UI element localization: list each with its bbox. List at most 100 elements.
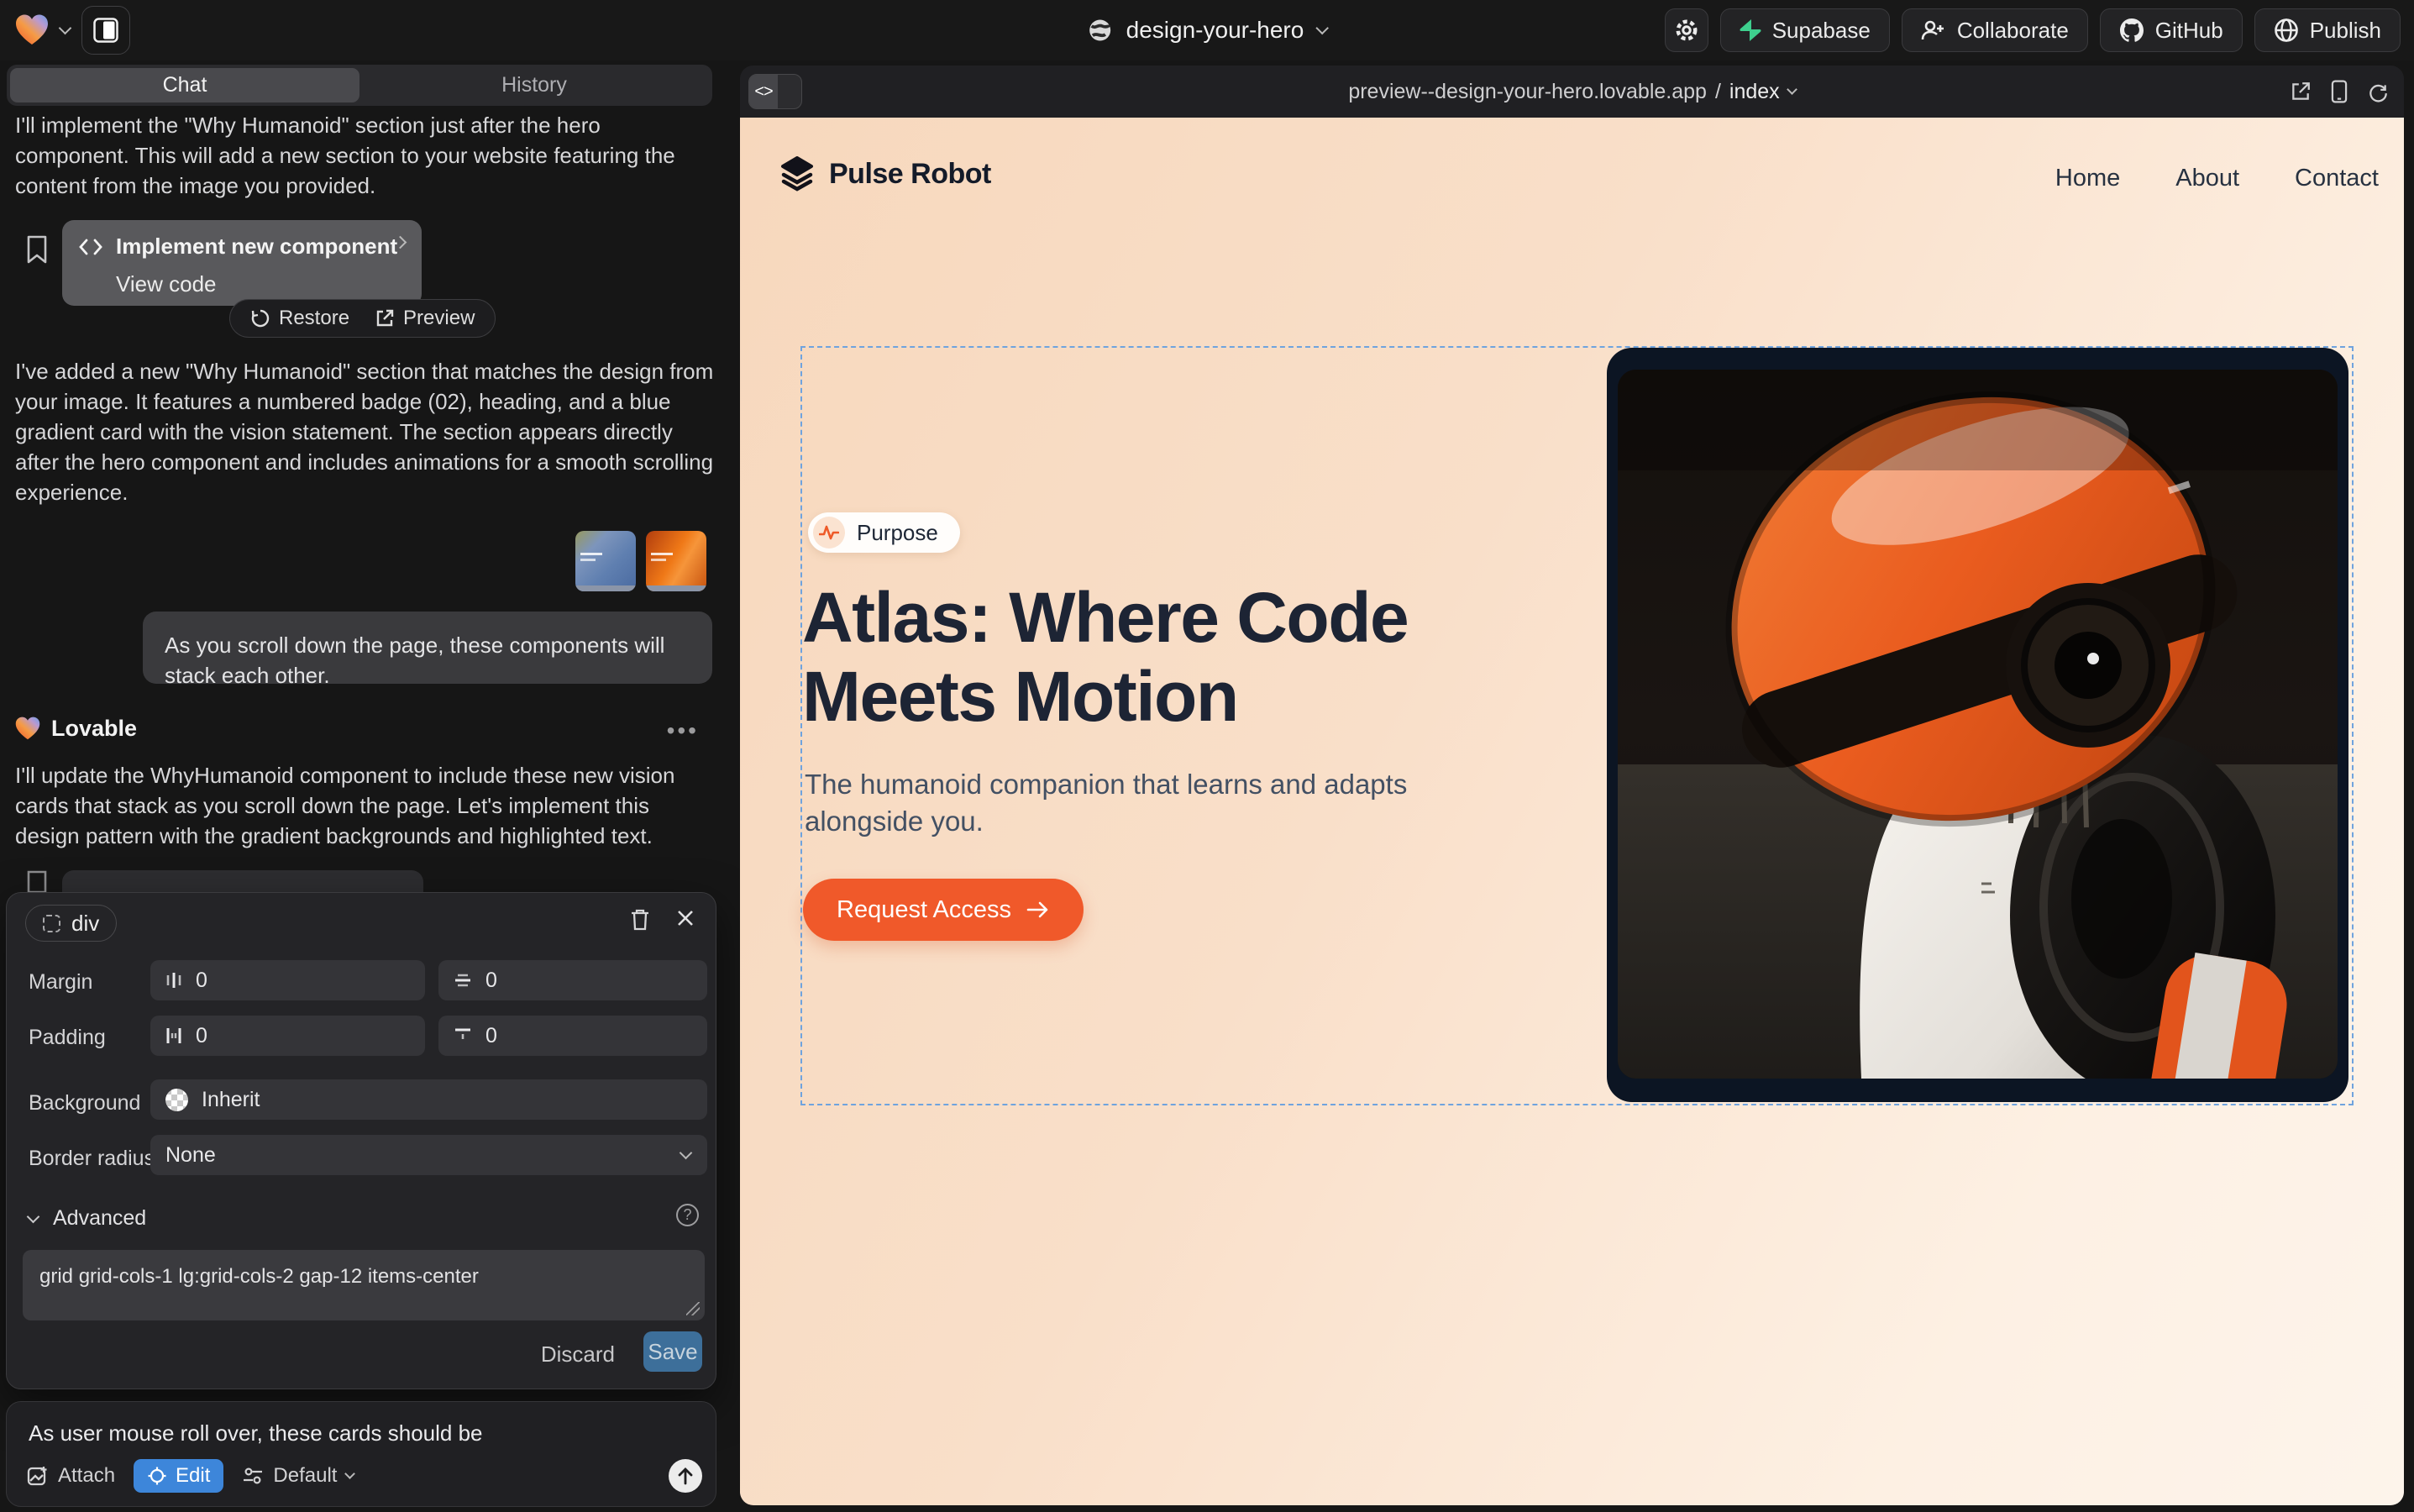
github-label: GitHub bbox=[2155, 18, 2223, 44]
margin-vertical-icon bbox=[454, 972, 472, 989]
view-code-link[interactable]: View code bbox=[116, 271, 405, 297]
advanced-chevron-down-icon bbox=[27, 1210, 40, 1223]
composer-draft-text[interactable]: As user mouse roll over, these cards sho… bbox=[29, 1420, 483, 1446]
close-panel-button[interactable] bbox=[675, 908, 695, 928]
hero-heading-line1: Atlas: Where Code bbox=[802, 578, 1408, 657]
nav-contact[interactable]: Contact bbox=[2295, 165, 2379, 192]
robot-image bbox=[1618, 370, 2338, 1079]
save-button[interactable]: Save bbox=[643, 1331, 702, 1372]
lovable-logo-heart-icon[interactable] bbox=[15, 14, 49, 46]
assistant-message-1: I'll implement the "Why Humanoid" sectio… bbox=[15, 110, 714, 201]
attachment-thumbnail-blue[interactable] bbox=[575, 531, 636, 591]
supabase-button[interactable]: Supabase bbox=[1720, 8, 1890, 52]
tab-chat[interactable]: Chat bbox=[10, 68, 359, 102]
hero-sub-line2: alongside you. bbox=[805, 803, 1407, 840]
bookmark-icon-2[interactable] bbox=[25, 870, 49, 892]
site-header: Pulse Robot Home About Contact bbox=[740, 118, 2404, 244]
padding-y-input[interactable]: 0 bbox=[438, 1016, 707, 1056]
edit-mode-button[interactable]: Edit bbox=[134, 1459, 223, 1493]
toggle-sidebar-button[interactable] bbox=[81, 6, 130, 55]
request-access-label: Request Access bbox=[837, 896, 1011, 924]
bookmark-icon[interactable] bbox=[25, 235, 49, 264]
hero-image-card bbox=[1607, 348, 2348, 1102]
open-in-new-tab-icon[interactable] bbox=[2290, 81, 2312, 102]
arrow-up-icon bbox=[677, 1467, 694, 1485]
send-button[interactable] bbox=[669, 1459, 702, 1493]
help-icon[interactable]: ? bbox=[676, 1204, 699, 1226]
message-menu-button[interactable]: ••• bbox=[667, 717, 699, 744]
restore-label: Restore bbox=[279, 307, 349, 330]
classes-value: grid grid-cols-1 lg:grid-cols-2 gap-12 i… bbox=[39, 1265, 479, 1288]
attach-label: Attach bbox=[58, 1464, 115, 1488]
project-switcher[interactable]: design-your-hero bbox=[1088, 0, 1327, 60]
nav-about[interactable]: About bbox=[2175, 165, 2239, 192]
hero-heading: Atlas: Where Code Meets Motion bbox=[802, 578, 1408, 736]
mode-label: Default bbox=[273, 1464, 337, 1488]
settings-button[interactable] bbox=[1665, 8, 1708, 52]
component-card-title: Implement new component bbox=[116, 234, 397, 260]
tailwind-classes-textarea[interactable]: grid grid-cols-1 lg:grid-cols-2 gap-12 i… bbox=[23, 1250, 705, 1320]
workspace-chevron-down-icon[interactable] bbox=[59, 22, 72, 35]
collaborate-button[interactable]: Collaborate bbox=[1902, 8, 2088, 52]
edit-label: Edit bbox=[176, 1464, 210, 1488]
element-outline-icon bbox=[43, 915, 60, 932]
discard-button[interactable]: Discard bbox=[541, 1341, 615, 1368]
url-separator: / bbox=[1715, 80, 1721, 104]
restore-button[interactable]: Restore bbox=[250, 307, 349, 330]
preview-url: preview--design-your-hero.lovable.app bbox=[1348, 80, 1707, 104]
delete-element-button[interactable] bbox=[630, 908, 650, 931]
purpose-badge-label: Purpose bbox=[857, 520, 938, 546]
tab-history[interactable]: History bbox=[359, 68, 709, 102]
nav-home[interactable]: Home bbox=[2055, 165, 2120, 192]
border-radius-label: Border radius bbox=[29, 1147, 155, 1171]
preview-url-breadcrumb[interactable]: preview--design-your-hero.lovable.app / … bbox=[740, 66, 2404, 118]
hero-sub-line1: The humanoid companion that learns and a… bbox=[805, 766, 1407, 803]
site-brand[interactable]: Pulse Robot bbox=[779, 156, 991, 192]
preview-page-name: index bbox=[1729, 80, 1780, 104]
site-brand-name: Pulse Robot bbox=[829, 158, 991, 191]
close-icon bbox=[675, 908, 695, 928]
user-message-bubble: As you scroll down the page, these compo… bbox=[143, 612, 712, 684]
attach-button[interactable]: Attach bbox=[27, 1464, 115, 1488]
padding-x-value: 0 bbox=[196, 1024, 207, 1048]
preview-toolbar: preview--design-your-hero.lovable.app / … bbox=[740, 66, 2404, 118]
request-access-button[interactable]: Request Access bbox=[803, 879, 1084, 941]
mode-selector[interactable]: Default bbox=[242, 1464, 354, 1488]
github-button[interactable]: GitHub bbox=[2100, 8, 2243, 52]
site-nav: Home About Contact bbox=[2055, 165, 2379, 192]
resize-handle[interactable] bbox=[686, 1302, 700, 1315]
assistant-message-3: I'll update the WhyHumanoid component to… bbox=[15, 760, 714, 851]
padding-x-input[interactable]: 0 bbox=[150, 1016, 425, 1056]
supabase-icon bbox=[1740, 18, 1761, 42]
publish-button[interactable]: Publish bbox=[2254, 8, 2401, 52]
assistant-header: Lovable ••• bbox=[15, 714, 712, 743]
selected-element-chip[interactable]: div bbox=[25, 905, 117, 942]
preview-button[interactable]: Preview bbox=[375, 307, 475, 330]
advanced-toggle[interactable]: Advanced bbox=[29, 1206, 146, 1231]
chat-composer[interactable]: As user mouse roll over, these cards sho… bbox=[6, 1401, 716, 1507]
hero-subheading: The humanoid companion that learns and a… bbox=[805, 766, 1407, 840]
code-icon bbox=[79, 239, 102, 255]
chat-history-tabs: Chat History bbox=[7, 65, 712, 106]
implement-component-card[interactable]: Implement new component View code bbox=[62, 220, 422, 306]
github-icon bbox=[2119, 18, 2144, 43]
assistant-message-2: I've added a new "Why Humanoid" section … bbox=[15, 356, 714, 507]
background-input[interactable]: Inherit bbox=[150, 1079, 707, 1120]
preview-label: Preview bbox=[403, 307, 475, 330]
select-chevron-down-icon bbox=[680, 1147, 693, 1160]
background-value: Inherit bbox=[202, 1088, 260, 1112]
attachment-thumbnail-orange[interactable] bbox=[646, 531, 706, 591]
page-chevron-down-icon bbox=[1787, 84, 1797, 95]
margin-x-input[interactable]: 0 bbox=[150, 960, 425, 1000]
margin-y-input[interactable]: 0 bbox=[438, 960, 707, 1000]
margin-y-value: 0 bbox=[485, 969, 497, 993]
lovable-heart-icon bbox=[15, 717, 40, 741]
mobile-preview-icon[interactable] bbox=[2330, 80, 2348, 103]
background-label: Background bbox=[29, 1091, 140, 1116]
refresh-icon[interactable] bbox=[2367, 81, 2389, 102]
border-radius-select[interactable]: None bbox=[150, 1135, 707, 1175]
code-view-toggle[interactable]: <> bbox=[748, 74, 802, 109]
supabase-label: Supabase bbox=[1772, 18, 1871, 44]
layers-icon bbox=[779, 156, 815, 192]
padding-vertical-icon bbox=[454, 1027, 472, 1044]
